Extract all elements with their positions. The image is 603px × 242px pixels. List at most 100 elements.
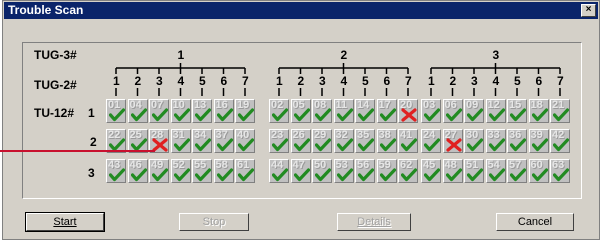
tu12-cell-38[interactable]: 38: [376, 129, 397, 153]
tu12-cell-06[interactable]: 06: [442, 99, 463, 123]
check-icon: [424, 138, 440, 152]
tug2-number: 7: [557, 74, 564, 88]
tu12-cell-08[interactable]: 08: [312, 99, 332, 123]
tu12-cell-58[interactable]: 58: [213, 159, 234, 183]
tu12-cell-36[interactable]: 36: [507, 129, 527, 153]
tu12-cell-13[interactable]: 13: [192, 99, 212, 123]
tug2-number: 4: [340, 74, 348, 88]
tu12-cell-42[interactable]: 42: [550, 129, 570, 153]
tu12-cell-21[interactable]: 21: [550, 99, 570, 123]
tu12-cell-15[interactable]: 15: [507, 99, 527, 123]
tu12-cell-29[interactable]: 29: [312, 129, 332, 153]
check-icon: [553, 168, 569, 182]
tu12-cell-40[interactable]: 40: [235, 129, 255, 153]
check-icon: [488, 138, 505, 152]
tu12-cell-51[interactable]: 51: [464, 159, 484, 183]
tu12-cell-27[interactable]: 27: [442, 129, 463, 153]
details-label: Details: [357, 216, 391, 228]
tug2-number: 6: [383, 74, 391, 88]
tug2-number: 1: [113, 74, 120, 88]
details-button[interactable]: Details: [337, 213, 411, 231]
tug2-number: 3: [471, 74, 478, 88]
check-icon: [173, 108, 190, 122]
tu12-cell-35[interactable]: 35: [355, 129, 375, 153]
tu12-cell-41[interactable]: 41: [398, 129, 418, 153]
check-icon: [173, 138, 190, 152]
tu12-cell-43[interactable]: 43: [106, 159, 126, 183]
tug2-number: 3: [156, 74, 163, 88]
tu12-cell-11[interactable]: 11: [333, 99, 354, 123]
tu12-cell-59[interactable]: 59: [376, 159, 397, 183]
cancel-button[interactable]: Cancel: [496, 213, 574, 231]
tu12-cell-26[interactable]: 26: [290, 129, 311, 153]
tu12-cell-17[interactable]: 17: [376, 99, 397, 123]
check-icon: [109, 108, 125, 122]
check-icon: [109, 168, 125, 182]
tu12-cell-46[interactable]: 46: [127, 159, 148, 183]
tu12-cell-04[interactable]: 04: [127, 99, 148, 123]
row-label: 1: [88, 106, 95, 120]
stop-button[interactable]: Stop: [179, 213, 249, 231]
check-icon: [130, 108, 147, 122]
tu12-cell-34[interactable]: 34: [192, 129, 212, 153]
check-icon: [358, 138, 374, 152]
check-icon: [424, 168, 440, 182]
tug2-number: 6: [535, 74, 543, 88]
tu12-cell-47[interactable]: 47: [290, 159, 311, 183]
tu12-cell-33[interactable]: 33: [485, 129, 506, 153]
tu12-cell-32[interactable]: 32: [333, 129, 354, 153]
tu12-cell-61[interactable]: 61: [235, 159, 255, 183]
check-icon: [195, 138, 211, 152]
tu12-cell-20[interactable]: 20: [398, 99, 418, 123]
tu12-cell-60[interactable]: 60: [528, 159, 549, 183]
tu12-cell-55[interactable]: 55: [192, 159, 212, 183]
tu12-cell-19[interactable]: 19: [235, 99, 255, 123]
tu12-cell-16[interactable]: 16: [213, 99, 234, 123]
tu12-cell-56[interactable]: 56: [355, 159, 375, 183]
tu12-cell-50[interactable]: 50: [312, 159, 332, 183]
tu12-cell-09[interactable]: 09: [464, 99, 484, 123]
check-icon: [445, 168, 462, 182]
tu12-cell-05[interactable]: 05: [290, 99, 311, 123]
tug2-number: 1: [428, 74, 435, 88]
tu12-cell-02[interactable]: 02: [269, 99, 289, 123]
tu12-cell-48[interactable]: 48: [442, 159, 463, 183]
tu12-cell-23[interactable]: 23: [269, 129, 289, 153]
tu12-cell-45[interactable]: 45: [421, 159, 441, 183]
check-icon: [238, 168, 254, 182]
check-icon: [445, 108, 462, 122]
tu12-cell-37[interactable]: 37: [213, 129, 234, 153]
tu12-cell-03[interactable]: 03: [421, 99, 441, 123]
check-icon: [424, 108, 440, 122]
tu12-cell-53[interactable]: 53: [333, 159, 354, 183]
check-icon: [379, 168, 396, 182]
tu12-cell-30[interactable]: 30: [464, 129, 484, 153]
tu12-cell-07[interactable]: 07: [149, 99, 169, 123]
tu12-cell-44[interactable]: 44: [269, 159, 289, 183]
tu12-cell-39[interactable]: 39: [528, 129, 549, 153]
tu12-cell-18[interactable]: 18: [528, 99, 549, 123]
pointer-line: [0, 150, 155, 152]
start-button[interactable]: Start: [25, 212, 105, 232]
tu12-cell-63[interactable]: 63: [550, 159, 570, 183]
check-icon: [152, 168, 168, 182]
tu12-cell-01[interactable]: 01: [106, 99, 126, 123]
check-icon: [293, 138, 310, 152]
tug3-number: 3: [492, 48, 500, 62]
check-icon: [531, 168, 548, 182]
check-icon: [195, 108, 211, 122]
tu12-cell-54[interactable]: 54: [485, 159, 506, 183]
tu12-cell-14[interactable]: 14: [355, 99, 375, 123]
tu12-cell-57[interactable]: 57: [507, 159, 527, 183]
tu12-cell-52[interactable]: 52: [170, 159, 191, 183]
check-icon: [467, 138, 483, 152]
tu12-cell-24[interactable]: 24: [421, 129, 441, 153]
tug2-number: 4: [492, 74, 500, 88]
tug2-number: 7: [405, 74, 412, 88]
tu12-cell-12[interactable]: 12: [485, 99, 506, 123]
check-icon: [238, 138, 254, 152]
tu12-cell-10[interactable]: 10: [170, 99, 191, 123]
tu12-cell-31[interactable]: 31: [170, 129, 191, 153]
tu12-cell-49[interactable]: 49: [149, 159, 169, 183]
tu12-cell-62[interactable]: 62: [398, 159, 418, 183]
